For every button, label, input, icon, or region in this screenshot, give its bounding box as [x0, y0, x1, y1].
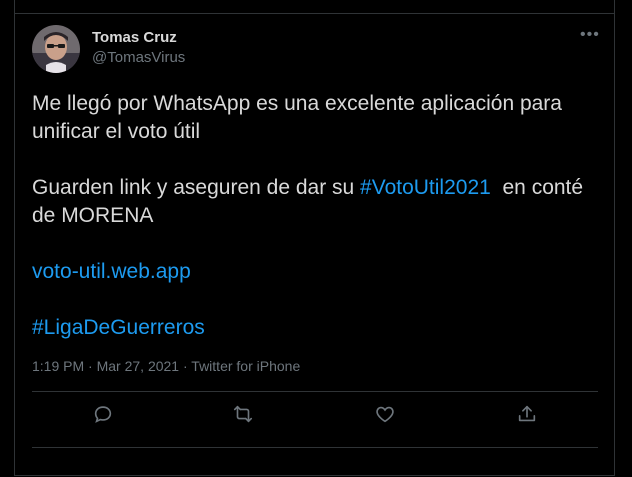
like-icon[interactable]: [374, 403, 398, 427]
reply-icon[interactable]: [92, 403, 116, 427]
retweet-icon[interactable]: [232, 403, 256, 427]
action-bar: [32, 393, 598, 439]
hashtag-link[interactable]: #VotoUtil2021: [360, 176, 491, 199]
tweet-date[interactable]: Mar 27, 2021: [97, 358, 180, 374]
tweet-metadata: 1:19 PM · Mar 27, 2021 · Twitter for iPh…: [32, 358, 300, 374]
tweet-paragraph-2: Guarden link y aseguren de dar su #VotoU…: [32, 174, 592, 230]
text-segment: Guarden link y aseguren de dar su: [32, 176, 361, 199]
divider: [32, 447, 598, 448]
tweet-paragraph-3: voto-util.web.app: [32, 258, 592, 286]
author-handle[interactable]: @TomasVirus: [92, 49, 185, 66]
hashtag-link[interactable]: #LigaDeGuerreros: [32, 316, 205, 339]
more-options-icon[interactable]: •••: [580, 26, 600, 44]
avatar[interactable]: [32, 25, 80, 73]
separator: ·: [88, 358, 93, 374]
tweet-time[interactable]: 1:19 PM: [32, 358, 84, 374]
tweet-text: Me llegó por WhatsApp es una excelente a…: [32, 90, 592, 370]
author-name[interactable]: Tomas Cruz: [92, 29, 177, 46]
share-icon[interactable]: [516, 403, 540, 427]
divider: [32, 391, 598, 392]
separator: ·: [182, 358, 188, 374]
tweet-paragraph-4: #LigaDeGuerreros: [32, 314, 592, 342]
tweet-paragraph-1: Me llegó por WhatsApp es una excelente a…: [32, 92, 562, 143]
top-divider: [14, 13, 615, 14]
tweet-source[interactable]: Twitter for iPhone: [191, 358, 300, 374]
url-link[interactable]: voto-util.web.app: [32, 260, 191, 283]
